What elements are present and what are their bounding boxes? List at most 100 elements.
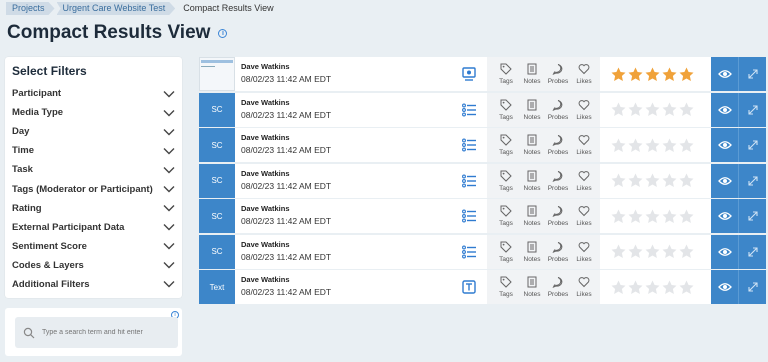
star-icon[interactable] xyxy=(628,138,643,153)
search-input[interactable] xyxy=(42,329,172,336)
filter-item[interactable]: Sentiment Score xyxy=(5,237,182,256)
star-icon[interactable] xyxy=(611,67,626,82)
filter-item[interactable]: Media Type xyxy=(5,103,182,122)
star-icon[interactable] xyxy=(628,102,643,117)
filter-item[interactable]: Tags (Moderator or Participant) xyxy=(5,179,182,198)
likes-button[interactable]: Likes xyxy=(571,205,597,227)
star-icon[interactable] xyxy=(679,67,694,82)
star-rating[interactable] xyxy=(600,199,711,233)
tags-button[interactable]: Tags xyxy=(493,205,519,227)
expand-button[interactable] xyxy=(738,270,766,304)
expand-button[interactable] xyxy=(738,163,766,198)
result-row[interactable]: SC Dave Watkins 08/02/23 11:42 AM EDT Tags N… xyxy=(199,92,766,127)
star-icon[interactable] xyxy=(679,173,694,188)
result-row[interactable]: SC Dave Watkins 08/02/23 11:42 AM EDT Tags N… xyxy=(199,234,766,269)
notes-button[interactable]: Notes xyxy=(519,276,545,298)
star-icon[interactable] xyxy=(679,280,694,295)
star-icon[interactable] xyxy=(628,244,643,259)
probes-button[interactable]: Probes xyxy=(545,276,571,298)
star-icon[interactable] xyxy=(662,280,677,295)
view-button[interactable] xyxy=(711,270,738,304)
star-icon[interactable] xyxy=(611,173,626,188)
view-button[interactable] xyxy=(711,128,738,162)
info-icon[interactable]: i xyxy=(218,28,228,38)
star-rating[interactable] xyxy=(600,235,711,269)
probes-button[interactable]: Probes xyxy=(545,170,571,192)
filter-item[interactable]: Codes & Layers xyxy=(5,256,182,275)
notes-button[interactable]: Notes xyxy=(519,170,545,192)
result-row[interactable]: SC Dave Watkins 08/02/23 11:42 AM EDT Tags N… xyxy=(199,199,766,233)
likes-button[interactable]: Likes xyxy=(571,134,597,156)
star-rating[interactable] xyxy=(600,270,711,304)
thumbnail[interactable]: SC xyxy=(199,199,235,233)
star-icon[interactable] xyxy=(645,209,660,224)
star-icon[interactable] xyxy=(611,138,626,153)
star-icon[interactable] xyxy=(662,244,677,259)
star-icon[interactable] xyxy=(645,280,660,295)
star-icon[interactable] xyxy=(645,173,660,188)
expand-button[interactable] xyxy=(738,234,766,269)
star-icon[interactable] xyxy=(611,244,626,259)
likes-button[interactable]: Likes xyxy=(571,99,597,121)
thumbnail[interactable]: SC xyxy=(199,92,235,127)
thumbnail[interactable]: SC xyxy=(199,128,235,162)
result-row[interactable]: Dave Watkins 08/02/23 11:42 AM EDT Tags Not… xyxy=(199,57,766,91)
result-row[interactable]: SC Dave Watkins 08/02/23 11:42 AM EDT Tags N… xyxy=(199,128,766,162)
star-icon[interactable] xyxy=(662,173,677,188)
notes-button[interactable]: Notes xyxy=(519,63,545,85)
expand-button[interactable] xyxy=(738,199,766,233)
probes-button[interactable]: Probes xyxy=(545,63,571,85)
tags-button[interactable]: Tags xyxy=(493,134,519,156)
star-icon[interactable] xyxy=(645,138,660,153)
result-row[interactable]: Text Dave Watkins 08/02/23 11:42 AM EDT Tag… xyxy=(199,270,766,304)
notes-button[interactable]: Notes xyxy=(519,241,545,263)
likes-button[interactable]: Likes xyxy=(571,170,597,192)
star-icon[interactable] xyxy=(628,67,643,82)
notes-button[interactable]: Notes xyxy=(519,99,545,121)
star-icon[interactable] xyxy=(611,280,626,295)
filter-item[interactable]: Time xyxy=(5,141,182,160)
star-icon[interactable] xyxy=(628,209,643,224)
star-icon[interactable] xyxy=(645,102,660,117)
star-icon[interactable] xyxy=(679,138,694,153)
tags-button[interactable]: Tags xyxy=(493,276,519,298)
star-icon[interactable] xyxy=(679,244,694,259)
filter-item[interactable]: Task xyxy=(5,160,182,179)
notes-button[interactable]: Notes xyxy=(519,134,545,156)
thumbnail[interactable]: SC xyxy=(199,163,235,198)
likes-button[interactable]: Likes xyxy=(571,276,597,298)
star-icon[interactable] xyxy=(662,209,677,224)
filter-item[interactable]: Participant xyxy=(5,84,182,103)
star-rating[interactable] xyxy=(600,57,711,91)
star-icon[interactable] xyxy=(628,173,643,188)
thumbnail[interactable]: SC xyxy=(199,234,235,269)
star-icon[interactable] xyxy=(662,67,677,82)
probes-button[interactable]: Probes xyxy=(545,99,571,121)
filter-item[interactable]: External Participant Data xyxy=(5,218,182,237)
star-icon[interactable] xyxy=(645,244,660,259)
tags-button[interactable]: Tags xyxy=(493,170,519,192)
star-icon[interactable] xyxy=(679,102,694,117)
star-icon[interactable] xyxy=(645,67,660,82)
star-icon[interactable] xyxy=(662,102,677,117)
expand-button[interactable] xyxy=(738,128,766,162)
star-icon[interactable] xyxy=(628,280,643,295)
view-button[interactable] xyxy=(711,199,738,233)
tags-button[interactable]: Tags xyxy=(493,241,519,263)
likes-button[interactable]: Likes xyxy=(571,241,597,263)
star-rating[interactable] xyxy=(600,93,711,127)
star-rating[interactable] xyxy=(600,164,711,198)
probes-button[interactable]: Probes xyxy=(545,241,571,263)
view-button[interactable] xyxy=(711,234,738,269)
star-icon[interactable] xyxy=(611,102,626,117)
probes-button[interactable]: Probes xyxy=(545,134,571,156)
notes-button[interactable]: Notes xyxy=(519,205,545,227)
view-button[interactable] xyxy=(711,92,738,127)
breadcrumb-projects[interactable]: Projects xyxy=(6,2,55,15)
likes-button[interactable]: Likes xyxy=(571,63,597,85)
star-icon[interactable] xyxy=(611,209,626,224)
view-button[interactable] xyxy=(711,163,738,198)
result-row[interactable]: SC Dave Watkins 08/02/23 11:42 AM EDT Tags N… xyxy=(199,163,766,198)
view-button[interactable] xyxy=(711,57,738,91)
tags-button[interactable]: Tags xyxy=(493,99,519,121)
